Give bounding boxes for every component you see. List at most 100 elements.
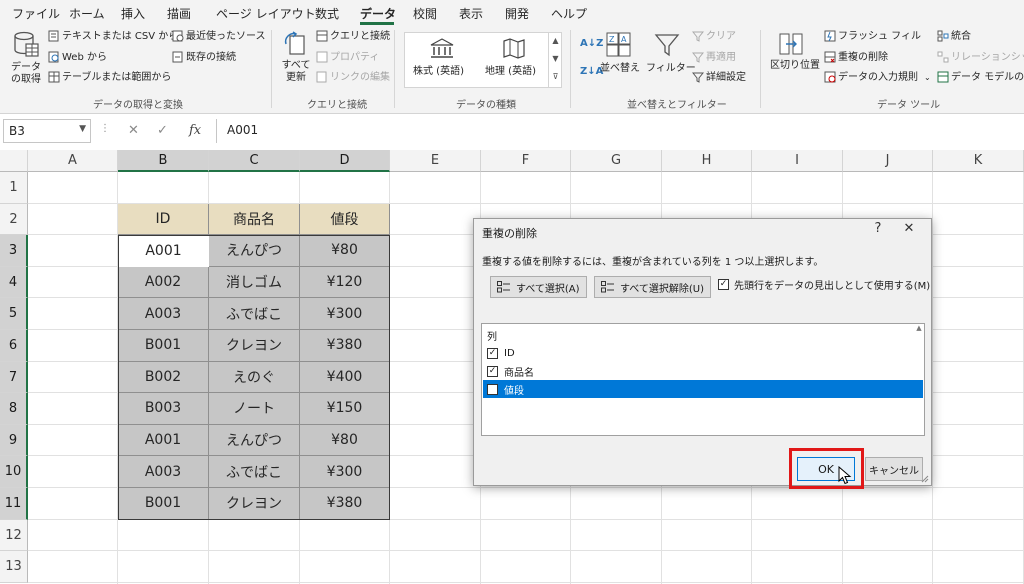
row-header-13[interactable]: 13 [0,551,28,583]
column-item[interactable]: ✓ ID [483,344,923,362]
tab-insert[interactable]: 挿入 [121,5,145,22]
data-model-button[interactable]: データ モデルの管 [951,72,1024,84]
close-button[interactable]: ✕ [897,221,921,236]
row-header-7[interactable]: 7 [0,361,28,394]
row-header-6[interactable]: 6 [0,330,28,362]
table-cell[interactable]: クレヨン [209,488,300,520]
edit-links-button[interactable]: リンクの編集 [330,72,390,84]
cancel-entry-icon[interactable]: ✕ [128,123,139,138]
column-header-e[interactable]: E [390,150,481,172]
headers-option[interactable]: ✓ 先頭行をデータの見出しとして使用する(M) [718,277,930,292]
row-header-5[interactable]: 5 [0,298,28,330]
tab-data[interactable]: データ [360,5,396,22]
resize-grip-icon[interactable] [921,475,929,483]
refresh-all-button[interactable]: すべて更新 [279,60,313,84]
relationships-button[interactable]: リレーションシップ [951,52,1024,64]
row-header-12[interactable]: 12 [0,519,28,552]
column-header-i[interactable]: I [752,150,843,172]
remove-duplicates-button[interactable]: 重複の削除 [838,52,888,64]
row-header-10[interactable]: 10 [0,456,28,488]
table-cell[interactable]: えんぴつ [209,235,300,267]
table-cell[interactable]: B001 [118,488,209,520]
clear-button[interactable]: クリア [706,31,736,43]
column-checkbox[interactable]: ✓ [487,365,498,377]
queries-connections-button[interactable]: クエリと接続 [330,31,390,43]
select-all-corner[interactable] [0,150,28,172]
table-cell[interactable]: ノート [209,393,300,425]
table-cell[interactable]: ふでばこ [209,456,300,488]
table-cell[interactable]: ¥80 [300,424,390,457]
row-header-11[interactable]: 11 [0,488,28,520]
active-cell[interactable]: A001 [118,235,209,267]
tab-draw[interactable]: 描画 [167,5,191,22]
flash-fill-button[interactable]: フラッシュ フィル [838,31,921,43]
row-header-8[interactable]: 8 [0,393,28,425]
table-cell[interactable]: ¥80 [300,235,390,267]
chevron-down-icon[interactable]: ▼ [79,124,86,134]
table-cell[interactable]: ¥400 [300,361,390,394]
stocks-data-type[interactable]: 株式 (英語) [413,66,464,78]
get-data-button[interactable]: データの取得 [8,62,44,86]
table-cell[interactable]: A002 [118,266,209,299]
columns-list[interactable]: 列 ▲ ✓ ID ✓ 商品名 値段 [481,323,925,436]
table-cell[interactable]: えのぐ [209,361,300,394]
help-button[interactable]: ? [866,221,890,236]
column-checkbox[interactable] [487,383,498,395]
tab-view[interactable]: 表示 [459,5,483,22]
table-cell[interactable]: ¥150 [300,393,390,425]
column-header-c[interactable]: C [209,150,300,172]
table-cell[interactable]: B001 [118,330,209,362]
column-header-a[interactable]: A [28,150,118,172]
table-cell[interactable]: 消しゴム [209,266,300,299]
sort-az-icon[interactable]: A↓Z [580,38,603,50]
column-header-f[interactable]: F [481,150,571,172]
table-cell[interactable]: ¥300 [300,298,390,330]
chevron-down-icon[interactable]: ⌄ [924,72,931,84]
function-icon[interactable]: fx [189,123,201,138]
table-cell[interactable]: ¥120 [300,266,390,299]
from-text-csv-button[interactable]: テキストまたは CSV から [62,31,178,43]
row-header-3[interactable]: 3 [0,235,28,267]
data-validation-button[interactable]: データの入力規則 [838,72,918,84]
column-header-h[interactable]: H [662,150,752,172]
unselect-all-button[interactable]: すべて選択解除(U) [594,276,712,298]
from-table-button[interactable]: テーブルまたは範囲から [62,72,171,84]
table-header-cell[interactable]: 商品名 [209,203,300,236]
column-header-j[interactable]: J [843,150,933,172]
column-header-k[interactable]: K [933,150,1024,172]
column-item[interactable]: 値段 [483,380,923,398]
table-header-cell[interactable]: ID [118,203,209,236]
scroll-up-icon[interactable]: ▲ [914,324,924,334]
table-cell[interactable]: A003 [118,456,209,488]
row-header-9[interactable]: 9 [0,424,28,457]
table-cell[interactable]: ¥380 [300,488,390,520]
reapply-button[interactable]: 再適用 [706,52,736,64]
sort-button[interactable]: 並べ替え [600,63,640,75]
select-all-button[interactable]: すべて選択(A) [490,276,587,298]
tab-page-layout[interactable]: ページ レイアウト [216,5,316,22]
geography-data-type[interactable]: 地理 (英語) [485,66,536,78]
tab-file[interactable]: ファイル [12,5,60,22]
tab-developer[interactable]: 開発 [505,5,529,22]
row-header-1[interactable]: 1 [0,172,28,204]
text-to-columns-button[interactable]: 区切り位置 [770,60,820,72]
tab-help[interactable]: ヘルプ [551,5,587,22]
existing-connections-button[interactable]: 既存の接続 [186,52,236,64]
formula-input[interactable]: A001 [216,119,1024,143]
table-cell[interactable]: クレヨン [209,330,300,362]
filter-button[interactable]: フィルター [646,63,696,75]
from-web-button[interactable]: Web から [62,52,107,64]
table-cell[interactable]: A003 [118,298,209,330]
table-cell[interactable]: ¥380 [300,330,390,362]
table-header-cell[interactable]: 値段 [300,203,390,236]
table-cell[interactable]: A001 [118,424,209,457]
table-cell[interactable]: えんぴつ [209,424,300,457]
tab-formulas[interactable]: 数式 [315,5,339,22]
advanced-button[interactable]: 詳細設定 [706,72,746,84]
row-header-2[interactable]: 2 [0,203,28,236]
cancel-button[interactable]: キャンセル [865,457,923,481]
name-box[interactable]: B3 ▼ [3,119,91,143]
recent-sources-button[interactable]: 最近使ったソース [186,31,266,43]
properties-button[interactable]: プロパティ [330,52,379,64]
consolidate-button[interactable]: 統合 [951,31,971,43]
